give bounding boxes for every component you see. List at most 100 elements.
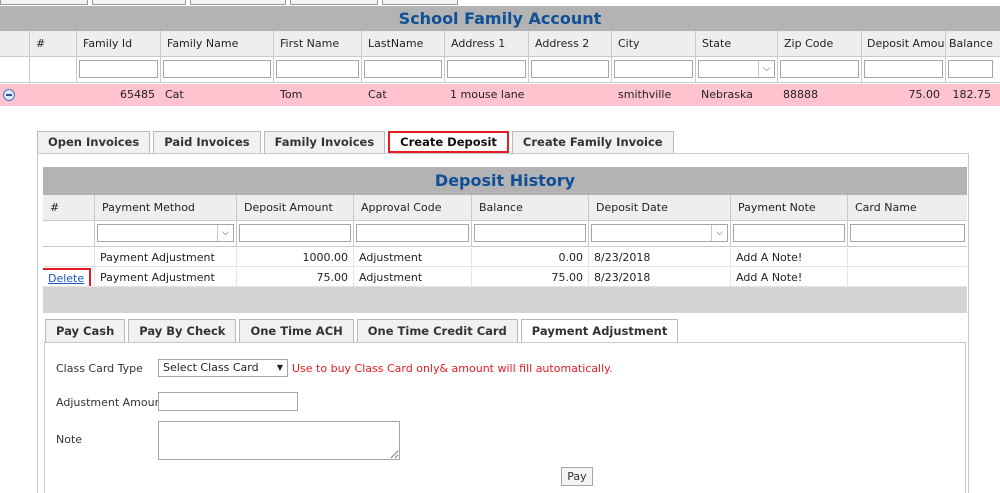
column-header-balance[interactable]: Balance [946,31,995,56]
cell-payment-note[interactable]: Add A Note! [731,248,848,266]
chevron-down-icon: ⌵ [711,225,727,241]
tab-one-time-ach[interactable]: One Time ACH [239,319,354,342]
filter-family-id[interactable] [79,60,158,78]
cell-action [43,248,95,266]
tab-payment-adjustment[interactable]: Payment Adjustment [520,319,679,342]
filter-address1[interactable] [447,60,526,78]
cell-address2 [529,84,612,106]
column-header-number[interactable]: # [43,195,95,220]
family-grid-header: # Family Id Family Name First Name LastN… [0,31,1000,57]
top-tab[interactable] [92,0,186,5]
filter-payment-method-select[interactable]: ⌵ [97,224,234,242]
column-header-payment-note[interactable]: Payment Note [731,195,848,220]
filter-deposit-date-select[interactable]: ⌵ [591,224,728,242]
column-header-address1[interactable]: Address 1 [445,31,529,56]
row-number [30,84,77,106]
column-header-first-name[interactable]: First Name [274,31,362,56]
detail-tabbar: Open Invoices Paid Invoices Family Invoi… [37,131,677,153]
column-header-number[interactable]: # [30,31,77,56]
column-header-expand [0,31,30,56]
tab-pay-cash[interactable]: Pay Cash [45,319,126,342]
filter-city[interactable] [614,60,693,78]
column-header-address2[interactable]: Address 2 [529,31,612,56]
filter-deposit-amount[interactable] [864,60,943,78]
top-tab[interactable] [190,0,286,5]
delete-link[interactable]: Delete [43,268,92,286]
cell-deposit-amount: 1000.00 [237,248,354,266]
filter-balance[interactable] [474,224,586,242]
tab-one-time-credit-card[interactable]: One Time Credit Card [356,319,518,342]
cell-state: Nebraska [701,88,753,101]
cell-zip: 88888 [783,88,818,101]
tab-pay-by-check[interactable]: Pay By Check [128,319,237,342]
cell-deposit-amount: 75.00 [908,88,941,101]
column-header-state[interactable]: State [696,31,778,56]
cell-address1: 1 mouse lane [450,88,525,101]
cell-balance: 0.00 [472,248,589,266]
table-row[interactable]: Payment Adjustment 1000.00 Adjustment 0.… [43,248,967,267]
column-header-last-name[interactable]: LastName [362,31,445,56]
cell-approval-code: Adjustment [354,248,472,266]
filter-zip[interactable] [780,60,859,78]
column-header-city[interactable]: City [612,31,696,56]
family-account-title: School Family Account [0,6,1000,31]
tab-create-family-invoice[interactable]: Create Family Invoice [511,131,674,153]
filter-approval-code[interactable] [356,224,469,242]
filter-payment-note[interactable] [733,224,845,242]
column-header-approval-code[interactable]: Approval Code [354,195,472,220]
filter-address2[interactable] [531,60,609,78]
class-card-type-value: Select Class Card [163,361,259,374]
filter-first-name[interactable] [276,60,359,78]
filter-family-name[interactable] [163,60,271,78]
deposit-history-header: # Payment Method Deposit Amount Approval… [43,195,967,221]
filter-balance[interactable] [948,60,993,78]
cell-family-name: Cat [165,88,184,101]
chevron-down-icon: ⌵ [758,61,774,77]
column-header-deposit-amount[interactable]: Deposit Amount [862,31,946,56]
column-header-balance[interactable]: Balance [472,195,589,220]
cell-deposit-date: 8/23/2018 [589,248,731,266]
cell-city: smithville [618,88,672,101]
filter-card-name[interactable] [850,224,965,242]
note-textarea[interactable] [158,421,400,460]
cell-balance: 75.00 [472,268,589,286]
cell-balance: 182.75 [952,88,992,101]
column-header-family-id[interactable]: Family Id [77,31,161,56]
column-header-family-name[interactable]: Family Name [161,31,274,56]
column-header-card-name[interactable]: Card Name [848,195,967,220]
column-header-zip[interactable]: Zip Code [778,31,862,56]
filter-cell-number [43,221,95,246]
table-row[interactable]: Delete Payment Adjustment 75.00 Adjustme… [43,268,967,287]
top-tab[interactable] [290,0,378,5]
dropdown-arrow-icon: ▼ [276,363,283,372]
payment-tabbar: Pay Cash Pay By Check One Time ACH One T… [45,319,681,342]
column-header-payment-method[interactable]: Payment Method [95,195,237,220]
column-header-deposit-date[interactable]: Deposit Date [589,195,731,220]
collapse-icon[interactable] [3,89,15,101]
filter-cell-number [30,57,77,82]
adjustment-amount-input[interactable] [158,392,298,411]
tab-create-deposit[interactable]: Create Deposit [388,131,509,153]
filter-deposit-amount[interactable] [239,224,351,242]
pay-button[interactable]: Pay [561,467,593,486]
cell-card-name [848,248,967,266]
adjustment-amount-label: Adjustment Amount [56,396,166,409]
top-tab[interactable] [0,0,88,5]
family-row-selected[interactable]: 65485 Cat Tom Cat 1 mouse lane smithvill… [0,84,1000,106]
cell-family-id: 65485 [120,88,155,101]
cell-approval-code: Adjustment [354,268,472,286]
cell-payment-note[interactable]: Add A Note! [731,268,848,286]
class-card-type-select[interactable]: Select Class Card ▼ [158,359,288,377]
filter-last-name[interactable] [364,60,442,78]
note-label: Note [56,433,83,446]
cell-deposit-date: 8/23/2018 [589,268,731,286]
column-header-deposit-amount[interactable]: Deposit Amount [237,195,354,220]
tab-paid-invoices[interactable]: Paid Invoices [153,131,261,153]
tab-open-invoices[interactable]: Open Invoices [37,131,151,153]
deposit-history-footer [43,287,967,313]
class-card-type-label: Class Card Type [56,362,143,375]
tab-family-invoices[interactable]: Family Invoices [263,131,386,153]
cell-payment-method: Payment Adjustment [95,248,237,266]
filter-state-select[interactable]: ⌵ [698,60,775,78]
top-tab[interactable] [382,0,458,5]
